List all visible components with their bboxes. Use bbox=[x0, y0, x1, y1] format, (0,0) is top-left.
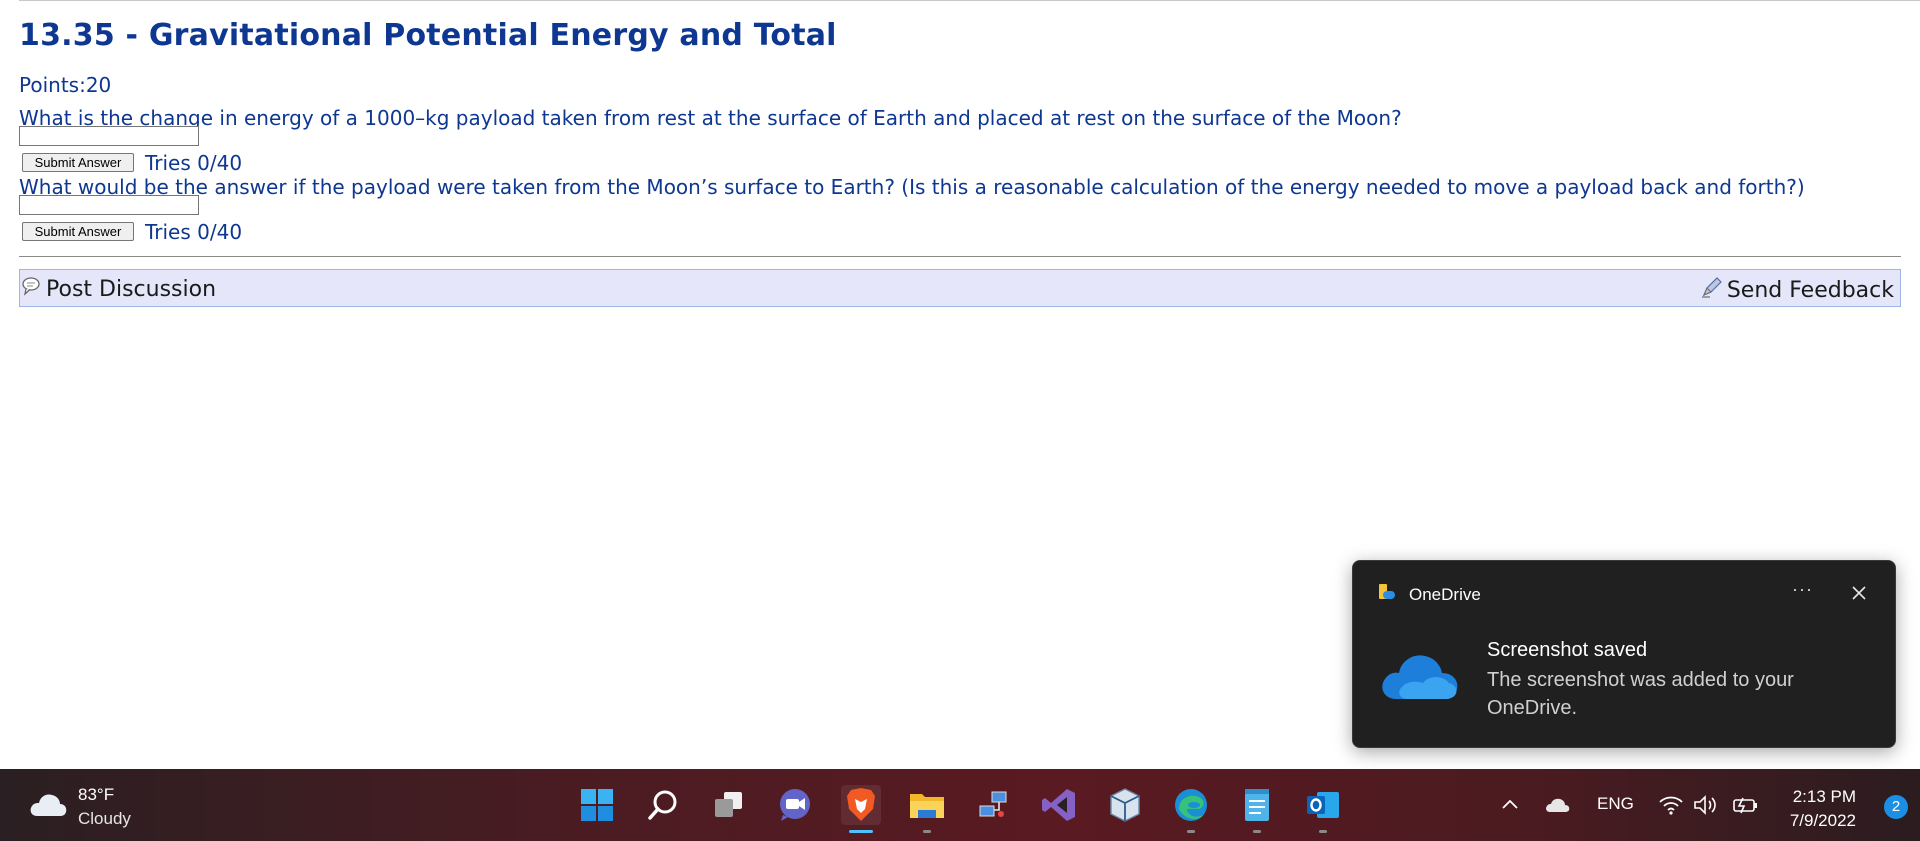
input-language-indicator[interactable]: ENG bbox=[1597, 794, 1634, 814]
visual-studio-icon bbox=[1042, 789, 1075, 821]
onedrive-tray-button[interactable] bbox=[1544, 769, 1572, 841]
teams-chat-icon bbox=[780, 789, 810, 821]
wifi-status[interactable] bbox=[1658, 769, 1684, 841]
send-feedback-label: Send Feedback bbox=[1726, 277, 1894, 303]
outlook-button[interactable] bbox=[1303, 785, 1343, 833]
running-app-indicator bbox=[923, 830, 931, 833]
onedrive-tray-icon bbox=[1546, 798, 1570, 812]
battery-status[interactable] bbox=[1730, 769, 1760, 841]
running-app-indicator bbox=[1319, 830, 1327, 833]
visual-studio-button[interactable] bbox=[1039, 785, 1079, 825]
file-explorer-button[interactable] bbox=[907, 785, 947, 833]
notification-title: Screenshot saved bbox=[1487, 639, 1648, 661]
discussion-bar: Post Discussion Send Feedback bbox=[19, 269, 1901, 307]
weather-temperature: 83°F bbox=[78, 785, 115, 804]
edge-browser-icon bbox=[1175, 789, 1207, 821]
clock-date: 7/9/2022 bbox=[1789, 811, 1856, 830]
notification-close-button[interactable] bbox=[1849, 583, 1869, 603]
clock-time: 2:13 PM bbox=[1792, 787, 1856, 806]
onedrive-notification[interactable]: OneDrive ··· Screenshot saved The screen… bbox=[1352, 560, 1896, 748]
notification-more-button[interactable]: ··· bbox=[1792, 579, 1813, 600]
weather-widget[interactable]: 83°F Cloudy bbox=[28, 783, 131, 831]
feedback-pen-icon bbox=[1700, 275, 1727, 305]
edge-browser-button[interactable] bbox=[1171, 785, 1211, 833]
page-title: 13.35 - Gravitational Potential Energy a… bbox=[19, 18, 837, 53]
speaker-icon bbox=[1694, 795, 1716, 815]
discussion-bubble-icon bbox=[21, 275, 46, 303]
section-divider bbox=[19, 256, 1901, 257]
search-icon bbox=[648, 790, 677, 820]
notepad-icon bbox=[1245, 789, 1269, 821]
teams-chat-button[interactable] bbox=[775, 785, 815, 825]
question-1-text: What is the change in energy of a 1000–k… bbox=[19, 106, 1402, 130]
question-2-text: What would be the answer if the payload … bbox=[19, 175, 1805, 199]
notification-body: The screenshot was added to your OneDriv… bbox=[1487, 669, 1794, 719]
question-1-submit-button[interactable]: Submit Answer bbox=[22, 153, 134, 172]
brave-browser-icon bbox=[847, 788, 875, 821]
running-app-indicator bbox=[1253, 830, 1261, 833]
onedrive-cloud-icon bbox=[1377, 647, 1461, 708]
network-app-button[interactable] bbox=[973, 785, 1013, 825]
top-divider bbox=[19, 0, 1920, 1]
file-explorer-icon bbox=[910, 794, 944, 818]
virtualbox-button[interactable] bbox=[1105, 785, 1145, 825]
brave-browser-button[interactable] bbox=[841, 785, 881, 833]
windows-start-icon bbox=[581, 789, 613, 821]
active-app-indicator bbox=[849, 830, 873, 833]
volume-control[interactable] bbox=[1692, 769, 1720, 841]
question-2-answer-input[interactable] bbox=[19, 195, 199, 215]
show-hidden-icons-button[interactable] bbox=[1498, 769, 1522, 841]
points-label: Points:20 bbox=[19, 73, 112, 97]
cloud-weather-icon bbox=[28, 790, 68, 825]
network-app-icon bbox=[979, 791, 1007, 817]
onedrive-app-icon bbox=[1377, 582, 1397, 607]
question-1-tries: Tries 0/40 bbox=[145, 151, 243, 175]
windows-start-button[interactable] bbox=[577, 785, 617, 825]
question-1-answer-input[interactable] bbox=[19, 126, 199, 146]
question-2-submit-button[interactable]: Submit Answer bbox=[22, 222, 134, 241]
chevron-up-icon bbox=[1502, 799, 1518, 809]
send-feedback-link[interactable]: Send Feedback bbox=[1700, 275, 1894, 305]
outlook-icon bbox=[1307, 792, 1339, 818]
task-view-icon bbox=[715, 792, 742, 817]
notification-count-badge[interactable]: 2 bbox=[1884, 795, 1908, 819]
wifi-icon bbox=[1659, 796, 1683, 815]
question-2-tries: Tries 0/40 bbox=[145, 220, 243, 244]
weather-condition: Cloudy bbox=[78, 809, 131, 828]
running-app-indicator bbox=[1187, 830, 1195, 833]
system-clock[interactable]: 2:13 PM 7/9/2022 bbox=[1790, 785, 1856, 833]
taskbar: 83°F Cloudy ENG 2:13 PM 7/9/2022 2 bbox=[0, 769, 1920, 841]
task-view-button[interactable] bbox=[709, 785, 749, 825]
notepad-button[interactable] bbox=[1237, 785, 1277, 833]
notification-app-header: OneDrive bbox=[1377, 582, 1481, 607]
notification-app-name: OneDrive bbox=[1409, 584, 1481, 604]
virtualbox-icon bbox=[1110, 788, 1140, 822]
battery-charging-icon bbox=[1733, 797, 1757, 814]
post-discussion-label: Post Discussion bbox=[46, 276, 217, 302]
post-discussion-link[interactable]: Post Discussion bbox=[21, 275, 216, 303]
search-button[interactable] bbox=[643, 785, 683, 825]
close-icon bbox=[1852, 586, 1866, 600]
